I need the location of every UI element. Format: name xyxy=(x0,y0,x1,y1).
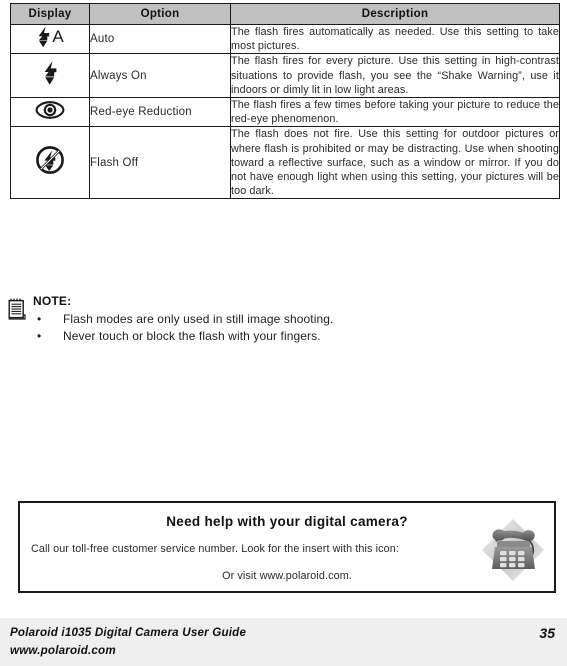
help-box-title: Need help with your digital camera? xyxy=(166,514,408,529)
description-cell-always-on: The flash fires for every picture. Use t… xyxy=(230,53,560,99)
list-item: • Flash modes are only used in still ima… xyxy=(33,311,548,328)
table-row: A Auto The flash fires automatically as … xyxy=(10,23,560,55)
help-box-line-1: Call our toll-free customer service numb… xyxy=(31,543,399,555)
note-item-text: Never touch or block the flash with your… xyxy=(63,329,321,343)
option-cell-always-on: Always On xyxy=(89,53,231,99)
footer-guide-title: Polaroid i1035 Digital Camera User Guide xyxy=(10,626,247,639)
description-cell-red-eye: The flash fires a few times before takin… xyxy=(230,97,560,128)
note-item-text: Flash modes are only used in still image… xyxy=(63,312,334,326)
table-row: Red-eye Reduction The flash fires a few … xyxy=(10,97,560,128)
flash-auto-icon: A xyxy=(36,26,64,48)
description-cell-auto: The flash fires automatically as needed.… xyxy=(230,23,560,55)
column-header-description: Description xyxy=(230,3,560,25)
description-cell-flash-off: The flash does not fire. Use this settin… xyxy=(230,126,560,200)
display-cell-red-eye xyxy=(10,97,90,128)
display-cell-always-on xyxy=(10,53,90,99)
column-header-option: Option xyxy=(89,3,231,25)
flash-modes-table: Display Option Description A Auto The fl… xyxy=(10,3,560,200)
table-row: Always On The flash fires for every pict… xyxy=(10,53,560,99)
bullet-glyph: • xyxy=(37,329,42,343)
option-cell-auto: Auto xyxy=(89,23,231,55)
help-box-line-2: Or visit www.polaroid.com. xyxy=(222,570,352,582)
table-header-row: Display Option Description xyxy=(10,3,560,25)
note-list: • Flash modes are only used in still ima… xyxy=(33,311,548,345)
bullet-glyph: • xyxy=(37,312,42,326)
list-item: • Never touch or block the flash with yo… xyxy=(33,328,548,345)
red-eye-reduction-icon xyxy=(35,100,65,119)
note-title: NOTE: xyxy=(33,294,72,308)
page-footer: Polaroid i1035 Digital Camera User Guide… xyxy=(0,618,567,666)
table-row: Flash Off The flash does not fire. Use t… xyxy=(10,126,560,200)
flash-always-on-icon xyxy=(42,60,58,86)
help-box: Need help with your digital camera? Call… xyxy=(18,501,556,593)
option-cell-red-eye: Red-eye Reduction xyxy=(89,97,231,128)
column-header-display: Display xyxy=(10,3,90,25)
option-cell-flash-off: Flash Off xyxy=(89,126,231,200)
telephone-icon xyxy=(480,517,546,583)
note-block: NOTE: • Flash modes are only used in sti… xyxy=(8,294,548,345)
note-body: NOTE: • Flash modes are only used in sti… xyxy=(33,294,548,345)
page-number: 35 xyxy=(539,625,555,641)
flash-off-icon xyxy=(35,145,65,175)
notepad-icon xyxy=(8,298,26,320)
flash-auto-letter: A xyxy=(52,27,64,47)
display-cell-flash-off xyxy=(10,126,90,200)
footer-url: www.polaroid.com xyxy=(10,644,116,657)
display-cell-auto: A xyxy=(10,23,90,55)
